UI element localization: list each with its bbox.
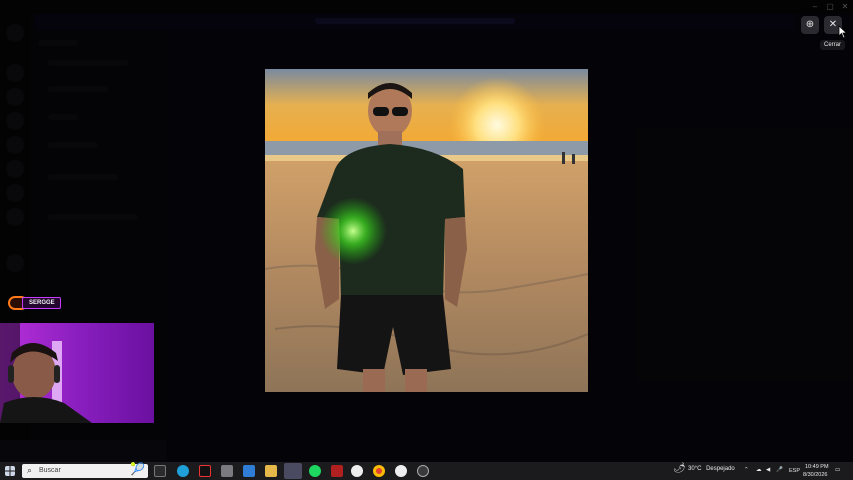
windows-start-icon[interactable] [5,466,15,476]
taskbar-search[interactable]: ⌕ Buscar 🎾 [22,462,148,478]
weather-temp: 30°C [688,466,702,472]
close-tooltip: Cerrar [820,40,846,50]
clock-time[interactable]: 10:49 PM [805,464,829,470]
file-explorer-icon[interactable] [265,465,277,477]
webcam-feed [0,323,154,423]
zoom-button[interactable]: ⊕ [801,16,819,34]
tiktok-icon[interactable] [199,465,211,477]
discord-icon[interactable] [284,463,302,479]
unreal-engine-icon[interactable] [395,465,407,477]
search-highlight-icon: 🎾 [130,462,145,476]
task-view-icon[interactable] [154,465,166,477]
search-placeholder: Buscar [39,467,61,474]
edge-icon[interactable] [177,465,189,477]
zoom-icon: ⊕ [805,19,815,30]
notifications-icon[interactable]: ▭ [835,467,840,473]
weather-widget[interactable]: 30°C Despejado [676,466,735,472]
search-icon: ⌕ [27,465,33,475]
viewer-image [265,69,588,392]
clock-date[interactable]: 8/30/2026 [803,472,827,478]
chrome-icon[interactable] [373,465,385,477]
mouse-cursor-icon [838,25,848,39]
tray-chevron-icon[interactable]: ⌃ [744,467,749,473]
weather-desc: Despejado [706,466,735,472]
unreal-icon[interactable] [351,465,363,477]
streamer-name: SERGGE [22,297,61,309]
spotify-icon[interactable] [309,465,321,477]
calculator-icon[interactable] [221,465,233,477]
volume-icon[interactable]: ◀ [766,467,770,473]
app-icon[interactable] [331,465,343,477]
network-icon[interactable]: ☁ [756,467,762,473]
steam-icon[interactable] [417,465,429,477]
streamer-nameplate: SERGGE [8,296,64,310]
user-panel [0,440,166,462]
close-icon: ✕ [828,19,838,30]
microphone-icon[interactable]: 🎤 [776,467,783,473]
language-indicator[interactable]: ESP [789,468,800,474]
mail-icon[interactable] [243,465,255,477]
